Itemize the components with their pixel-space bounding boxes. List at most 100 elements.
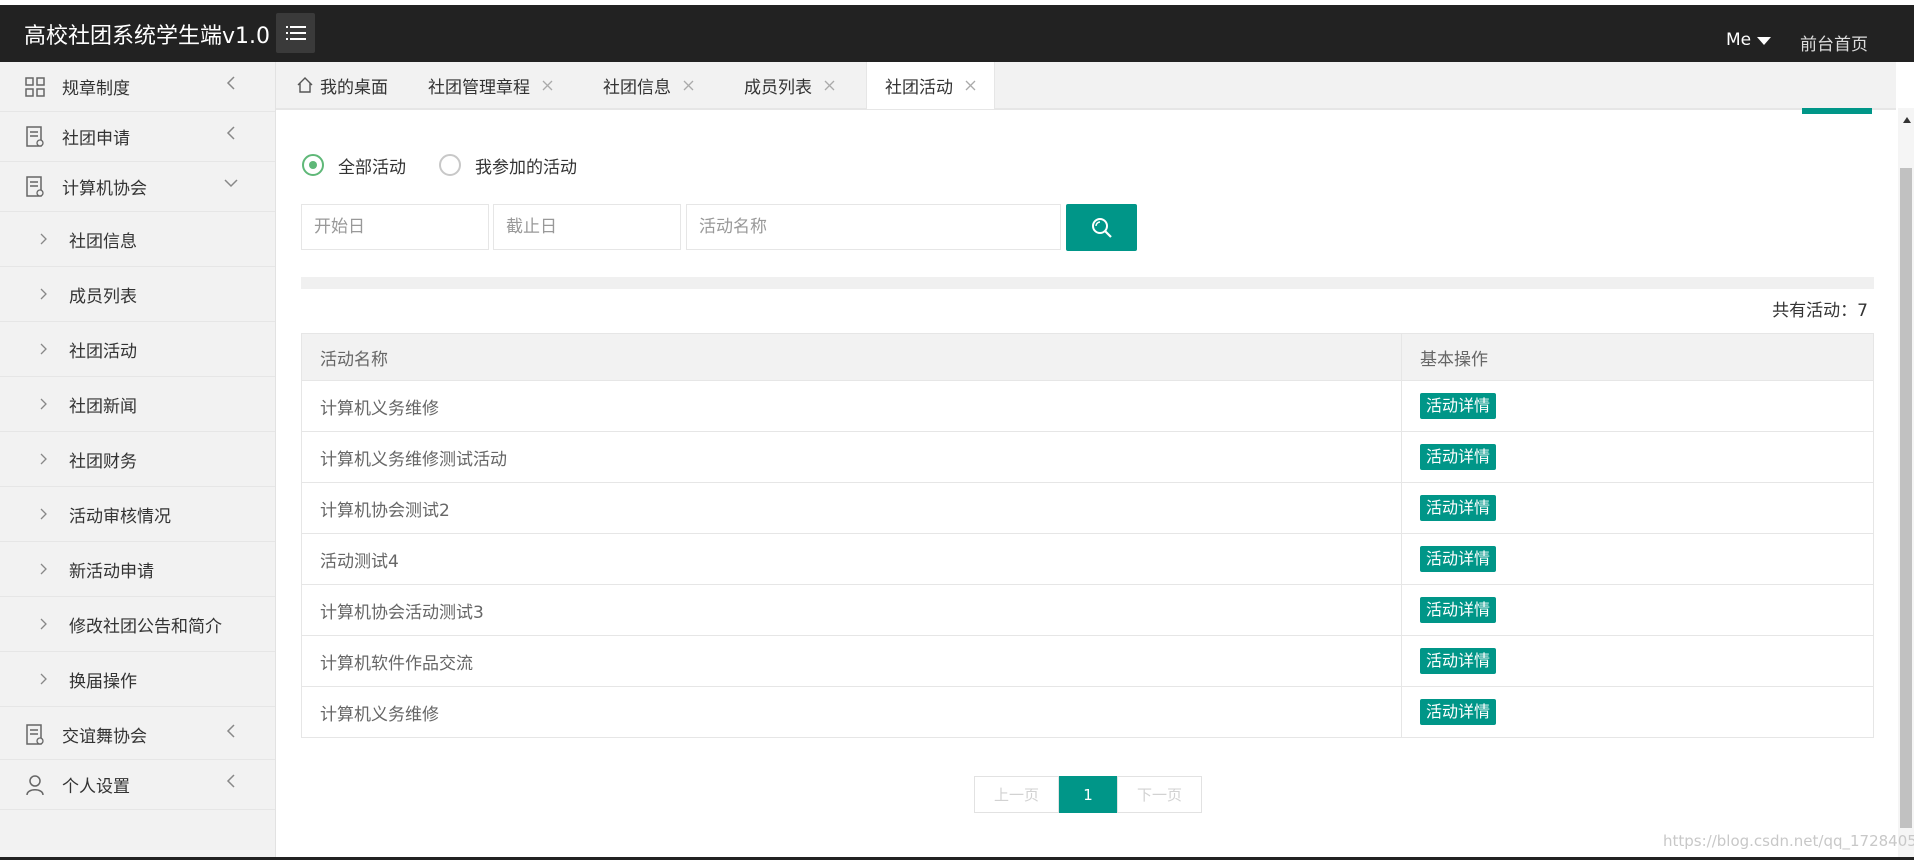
sidebar-item-members[interactable]: 成员列表 — [0, 267, 275, 322]
divider-band — [301, 277, 1874, 289]
sidebar-group-apply[interactable]: 社团申请 — [0, 112, 275, 162]
radio-all-activities[interactable]: 全部活动 — [302, 152, 406, 178]
sidebar-item-label: 成员列表 — [69, 286, 137, 307]
table-row: 计算机软件作品交流 活动详情 — [301, 635, 1874, 687]
chevron-right-icon — [39, 288, 51, 300]
chevron-left-icon — [223, 75, 239, 91]
activity-detail-button[interactable]: 活动详情 — [1420, 699, 1497, 725]
sidebar: 规章制度 社团申请 计算机协会 社团信息 成员列表 社团活动 社团新闻 社团财务 — [0, 62, 276, 857]
tab-club-info[interactable]: 社团信息 — [603, 62, 694, 108]
sidebar-item-finance[interactable]: 社团财务 — [0, 432, 275, 487]
user-icon — [24, 774, 46, 796]
close-icon[interactable] — [683, 80, 694, 91]
pagination-current-page[interactable]: 1 — [1059, 776, 1117, 813]
sidebar-item-review-status[interactable]: 活动审核情况 — [0, 487, 275, 542]
tab-label: 社团管理章程 — [428, 77, 530, 98]
table-row: 计算机协会活动测试3 活动详情 — [301, 584, 1874, 636]
scrollbar-thumb[interactable] — [1900, 168, 1912, 828]
user-menu-label: Me — [1726, 30, 1752, 50]
activity-count: 共有活动：7 — [1772, 301, 1868, 321]
activity-detail-button[interactable]: 活动详情 — [1420, 597, 1497, 623]
chevron-down-icon — [223, 175, 239, 191]
sidebar-item-club-info[interactable]: 社团信息 — [0, 212, 275, 267]
home-link[interactable]: 前台首页 — [1800, 30, 1868, 55]
sidebar-group-rules[interactable]: 规章制度 — [0, 62, 275, 112]
close-icon[interactable] — [824, 80, 835, 91]
list-menu-icon — [285, 26, 306, 40]
app-title: 高校社团系统学生端v1.0 — [24, 24, 271, 49]
actions-cell: 活动详情 — [1401, 584, 1874, 636]
top-edge — [0, 0, 1914, 5]
tab-member-list[interactable]: 成员列表 — [744, 62, 835, 108]
sidebar-item-edit-announcement[interactable]: 修改社团公告和简介 — [0, 597, 275, 652]
table-row: 活动测试4 活动详情 — [301, 533, 1874, 585]
activity-detail-button[interactable]: 活动详情 — [1420, 495, 1497, 521]
sidebar-item-new-activity[interactable]: 新活动申请 — [0, 542, 275, 597]
sidebar-item-label: 换届操作 — [69, 671, 137, 692]
pagination-next-button[interactable]: 下一页 — [1117, 776, 1202, 813]
column-header-name: 活动名称 — [301, 333, 1402, 381]
menu-toggle-button[interactable] — [276, 13, 315, 53]
pagination-prev-button[interactable]: 上一页 — [974, 776, 1059, 813]
activity-detail-button[interactable]: 活动详情 — [1420, 546, 1497, 572]
tab-label: 社团活动 — [885, 78, 953, 98]
tab-my-desktop[interactable]: 我的桌面 — [296, 62, 388, 108]
sidebar-group-label: 计算机协会 — [62, 179, 147, 199]
table-row: 计算机义务维修 活动详情 — [301, 380, 1874, 432]
activity-detail-button[interactable]: 活动详情 — [1420, 648, 1497, 674]
activity-name-cell: 计算机义务维修 — [301, 380, 1402, 432]
activity-detail-button[interactable]: 活动详情 — [1420, 393, 1497, 419]
activity-name-cell: 计算机协会活动测试3 — [301, 584, 1402, 636]
actions-cell: 活动详情 — [1401, 431, 1874, 483]
search-button[interactable] — [1066, 204, 1137, 251]
close-icon[interactable] — [965, 80, 976, 91]
radio-circle — [302, 154, 324, 176]
sidebar-item-activities[interactable]: 社团活动 — [0, 322, 275, 377]
chevron-left-icon — [223, 723, 239, 739]
radio-circle — [439, 154, 461, 176]
radio-my-activities[interactable]: 我参加的活动 — [439, 152, 577, 178]
sidebar-group-label: 社团申请 — [62, 129, 130, 149]
close-icon[interactable] — [542, 80, 553, 91]
sidebar-group-dance-club[interactable]: 交谊舞协会 — [0, 710, 275, 760]
sidebar-item-news[interactable]: 社团新闻 — [0, 377, 275, 432]
activity-name-input[interactable] — [686, 204, 1061, 250]
actions-cell: 活动详情 — [1401, 482, 1874, 534]
table-row: 计算机协会测试2 活动详情 — [301, 482, 1874, 534]
table-row: 计算机义务维修测试活动 活动详情 — [301, 431, 1874, 483]
tab-accent-bar — [1802, 108, 1872, 114]
chevron-right-icon — [39, 398, 51, 410]
start-date-input[interactable] — [301, 204, 489, 250]
grid-icon — [24, 76, 46, 98]
activity-name-cell: 计算机软件作品交流 — [301, 635, 1402, 687]
sidebar-group-label: 规章制度 — [62, 79, 130, 99]
chevron-right-icon — [39, 233, 51, 245]
activity-name-cell: 计算机协会测试2 — [301, 482, 1402, 534]
tab-label: 社团信息 — [603, 77, 671, 98]
chevron-left-icon — [223, 125, 239, 141]
tab-bar: 我的桌面 社团管理章程 社团信息 成员列表 社团活动 — [276, 62, 1896, 110]
document-icon — [24, 175, 46, 198]
tab-label: 我的桌面 — [320, 77, 388, 98]
actions-cell: 活动详情 — [1401, 380, 1874, 432]
scroll-up-arrow-icon[interactable] — [1903, 117, 1911, 123]
chevron-right-icon — [39, 343, 51, 355]
sidebar-group-label: 交谊舞协会 — [62, 727, 147, 747]
sidebar-item-label: 社团新闻 — [69, 396, 137, 417]
tab-club-activities[interactable]: 社团活动 — [866, 62, 995, 109]
activity-name-cell: 活动测试4 — [301, 533, 1402, 585]
actions-cell: 活动详情 — [1401, 686, 1874, 738]
chevron-right-icon — [39, 453, 51, 465]
sidebar-group-computer-club[interactable]: 计算机协会 — [0, 162, 275, 212]
sidebar-item-term-change[interactable]: 换届操作 — [0, 652, 275, 707]
activity-table: 活动名称 基本操作 计算机义务维修 活动详情 计算机义务维修测试活动 活动详情 … — [301, 333, 1874, 738]
actions-cell: 活动详情 — [1401, 533, 1874, 585]
search-icon — [1090, 216, 1114, 240]
sidebar-group-personal-settings[interactable]: 个人设置 — [0, 760, 275, 810]
user-menu[interactable]: Me — [1726, 30, 1772, 50]
tab-club-charter[interactable]: 社团管理章程 — [428, 62, 553, 108]
end-date-input[interactable] — [493, 204, 681, 250]
sidebar-item-label: 社团活动 — [69, 341, 137, 362]
sidebar-item-label: 新活动申请 — [69, 561, 154, 582]
activity-detail-button[interactable]: 活动详情 — [1420, 444, 1497, 470]
